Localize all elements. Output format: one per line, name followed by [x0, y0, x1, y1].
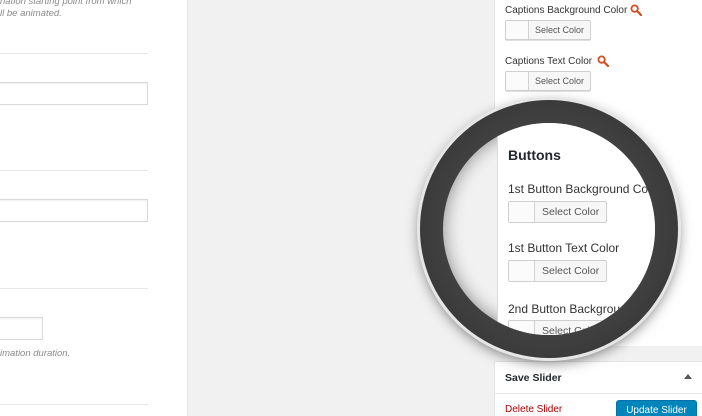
color-swatch: [509, 202, 535, 222]
select-color-label: Select Color: [535, 76, 585, 86]
captions-bg-color-label: Captions Background Color: [505, 5, 628, 16]
divider: [0, 170, 148, 171]
buttons-heading: Buttons: [508, 147, 561, 163]
select-color-label: Select Color: [542, 206, 600, 218]
save-slider-title: Save Slider: [505, 372, 562, 384]
button1-bg-color-button[interactable]: Select Color: [508, 201, 608, 223]
buttons-color-section: Buttons 1st Button Background Colo Selec…: [497, 123, 655, 335]
color-swatch: [509, 261, 535, 281]
button2-bg-color-button[interactable]: Select Color: [508, 320, 608, 335]
save-slider-metabox: Save Slider Delete Slider Update Slider: [494, 361, 702, 416]
select-color-label: Select Color: [542, 325, 600, 335]
setting-input-1[interactable]: [0, 82, 148, 105]
animation-duration-input[interactable]: [0, 317, 43, 340]
color-swatch: [506, 72, 529, 90]
setting-input-2[interactable]: [0, 199, 148, 222]
color-swatch: [509, 321, 535, 335]
help-text-animated: ll be animated.: [0, 8, 62, 19]
update-slider-button[interactable]: Update Slider: [616, 400, 697, 416]
collapse-arrow-icon[interactable]: [684, 374, 692, 379]
captions-text-color-label: Captions Text Color: [505, 56, 593, 67]
divider: [0, 288, 148, 289]
delete-slider-link[interactable]: Delete Slider: [505, 404, 562, 415]
captions-bg-color-button[interactable]: Select Color: [505, 20, 592, 40]
button1-text-color-label: 1st Button Text Color: [508, 241, 620, 255]
select-color-label: Select Color: [542, 265, 600, 277]
save-slider-header[interactable]: Save Slider: [495, 362, 702, 394]
captions-text-color-button[interactable]: Select Color: [505, 71, 592, 91]
help-text-animation-duration: imation duration.: [0, 348, 71, 359]
color-swatch: [506, 21, 529, 39]
button1-text-color-button[interactable]: Select Color: [508, 260, 608, 282]
magnifier-lens: Buttons 1st Button Background Colo Selec…: [443, 123, 655, 335]
button2-bg-color-label: 2nd Button Backgrou: [508, 302, 621, 316]
search-icon[interactable]: [597, 55, 609, 67]
button1-bg-color-label: 1st Button Background Colo: [508, 182, 655, 196]
select-color-label: Select Color: [535, 25, 585, 35]
divider: [0, 53, 148, 54]
divider: [0, 404, 148, 405]
search-icon[interactable]: [630, 4, 642, 16]
slider-settings-panel: nation starting point from which ll be a…: [0, 0, 188, 416]
